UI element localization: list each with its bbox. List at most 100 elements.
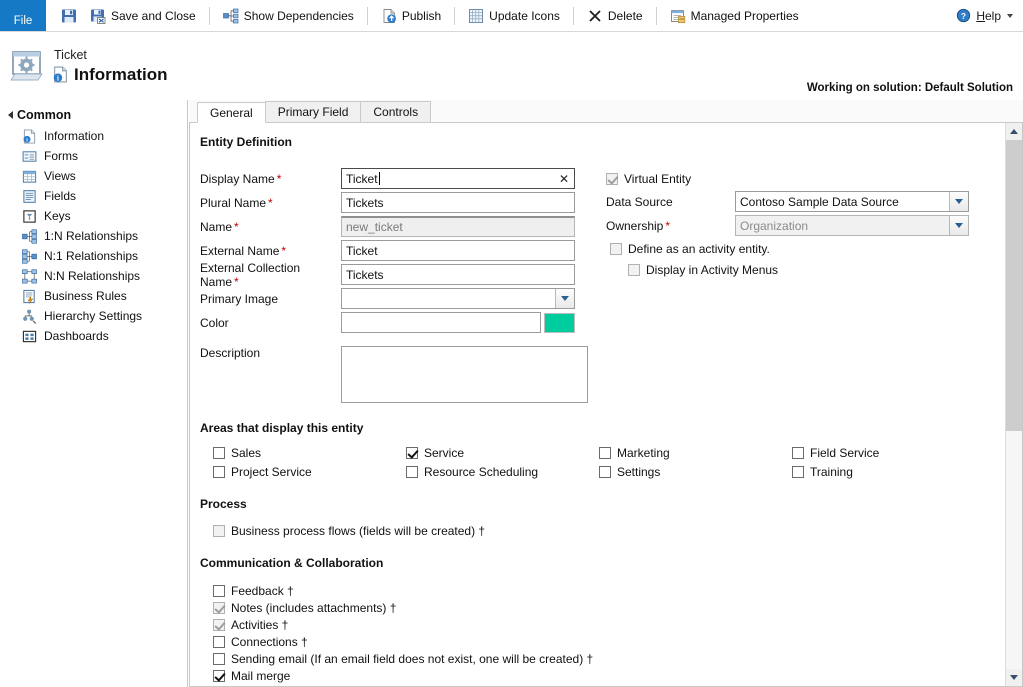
page-title-block: Ticket i Information [52,47,168,86]
publish-button[interactable]: Publish [373,4,449,28]
publish-label: Publish [402,9,441,23]
entity-definition-heading: Entity Definition [200,135,1000,149]
plural-name-input[interactable]: Tickets [341,192,575,213]
process-heading: Process [200,497,1000,511]
communication-checkbox[interactable] [213,653,225,665]
file-menu-tab[interactable]: File [0,0,46,31]
area-checkbox[interactable] [792,466,804,478]
required-marker: * [232,220,239,234]
toolbar-separator [454,7,455,25]
sidebar-item-dashboards[interactable]: Dashboards [0,326,187,346]
delete-icon [587,8,603,24]
clear-icon[interactable]: ✕ [559,173,569,185]
sidebar-group-common[interactable]: Common [0,106,187,126]
sidebar-item-keys[interactable]: Keys [0,206,187,226]
area-checkbox[interactable] [213,447,225,459]
area-checkbox[interactable] [599,447,611,459]
display-name-input[interactable]: Ticket ✕ [341,168,575,189]
virtual-entity-row: Virtual Entity [606,167,1000,190]
area-item-resource-scheduling: Resource Scheduling [393,463,586,480]
primary-image-select[interactable] [341,288,575,309]
area-item-training: Training [779,463,972,480]
external-name-value: Ticket [346,244,378,258]
scroll-down-button[interactable] [1006,669,1022,686]
sidebar-group-label: Common [17,108,71,122]
toolbar-separator [573,7,574,25]
chevron-down-icon[interactable] [555,289,574,308]
sidebar-item-label: N:1 Relationships [44,249,138,263]
field-row-external-collection-name: External Collection Name* Tickets [200,263,588,286]
help-button[interactable]: ? Help [956,0,1023,31]
communication-checkbox [213,602,225,614]
area-checkbox[interactable] [792,447,804,459]
save-and-close-button[interactable]: Save and Close [82,4,204,28]
communication-label: Sending email (If an email field does no… [231,652,593,666]
vertical-scrollbar[interactable] [1005,123,1022,686]
area-checkbox[interactable] [406,447,418,459]
area-item-field-service: Field Service [779,444,972,461]
define-activity-entity-row: Define as an activity entity. [606,238,1000,259]
external-collection-name-label: External Collection Name* [200,261,341,289]
area-label: Project Service [231,465,312,479]
field-row-plural-name: Plural Name* Tickets [200,191,588,214]
external-name-input[interactable]: Ticket [341,240,575,261]
display-name-value: Ticket [346,172,378,186]
communication-checkbox [213,619,225,631]
communication-item-sending-email: Sending email (If an email field does no… [213,650,1000,667]
data-source-select[interactable]: Contoso Sample Data Source [735,191,969,212]
sidebar-item-business-rules[interactable]: Business Rules [0,286,187,306]
chevron-down-icon[interactable] [949,192,968,211]
area-label: Service [424,446,464,460]
scroll-up-button[interactable] [1006,123,1022,140]
communication-checkbox[interactable] [213,585,225,597]
process-item-business-process-flows: Business process flows (fields will be c… [213,522,1000,539]
area-item-sales: Sales [200,444,393,461]
update-icons-button[interactable]: Update Icons [460,4,568,28]
tab-primary-field[interactable]: Primary Field [265,101,362,122]
data-source-value: Contoso Sample Data Source [740,195,949,209]
show-dependencies-button[interactable]: Show Dependencies [215,4,362,28]
communication-checkbox[interactable] [213,670,225,682]
sidebar-item-forms[interactable]: Forms [0,146,187,166]
area-checkbox[interactable] [406,466,418,478]
content-area: General Primary Field Controls Entity De… [188,100,1023,687]
tab-controls[interactable]: Controls [360,101,431,122]
sidebar-item-label: Fields [44,189,76,203]
managed-properties-button[interactable]: Managed Properties [662,4,807,28]
external-collection-name-input[interactable]: Tickets [341,264,575,285]
color-input[interactable] [341,312,541,333]
scrollbar-track[interactable] [1006,140,1022,669]
name-value: new_ticket [346,220,403,234]
area-label: Field Service [810,446,879,460]
views-icon [22,169,37,184]
scrollbar-thumb[interactable] [1006,140,1022,431]
save-button[interactable] [56,4,82,28]
required-marker: * [232,275,239,289]
keys-icon [22,209,37,224]
area-checkbox[interactable] [599,466,611,478]
sidebar-item-views[interactable]: Views [0,166,187,186]
sidebar-item-1n-relationships[interactable]: 1:N Relationships [0,226,187,246]
communication-checkbox[interactable] [213,636,225,648]
required-marker: * [663,219,670,233]
description-textarea[interactable] [341,346,588,403]
define-activity-entity-label: Define as an activity entity. [628,242,770,256]
delete-button[interactable]: Delete [579,4,651,28]
sidebar-item-nn-relationships[interactable]: N:N Relationships [0,266,187,286]
area-checkbox[interactable] [213,466,225,478]
chevron-down-icon [1010,675,1018,680]
sidebar-item-n1-relationships[interactable]: N:1 Relationships [0,246,187,266]
communication-item-document-management: Document management [213,684,1000,686]
tab-general[interactable]: General [197,102,266,123]
show-dependencies-icon [223,8,239,24]
color-label: Color [200,316,341,330]
field-row-primary-image: Primary Image [200,287,588,310]
color-swatch[interactable] [544,313,575,333]
publish-icon [381,8,397,24]
communication-item-mail-merge: Mail merge [213,667,1000,684]
process-label: Business process flows (fields will be c… [231,524,485,538]
sidebar-item-information[interactable]: i Information [0,126,187,146]
communication-item-activities: Activities † [213,616,1000,633]
sidebar-item-fields[interactable]: Fields [0,186,187,206]
sidebar-item-hierarchy-settings[interactable]: Hierarchy Settings [0,306,187,326]
